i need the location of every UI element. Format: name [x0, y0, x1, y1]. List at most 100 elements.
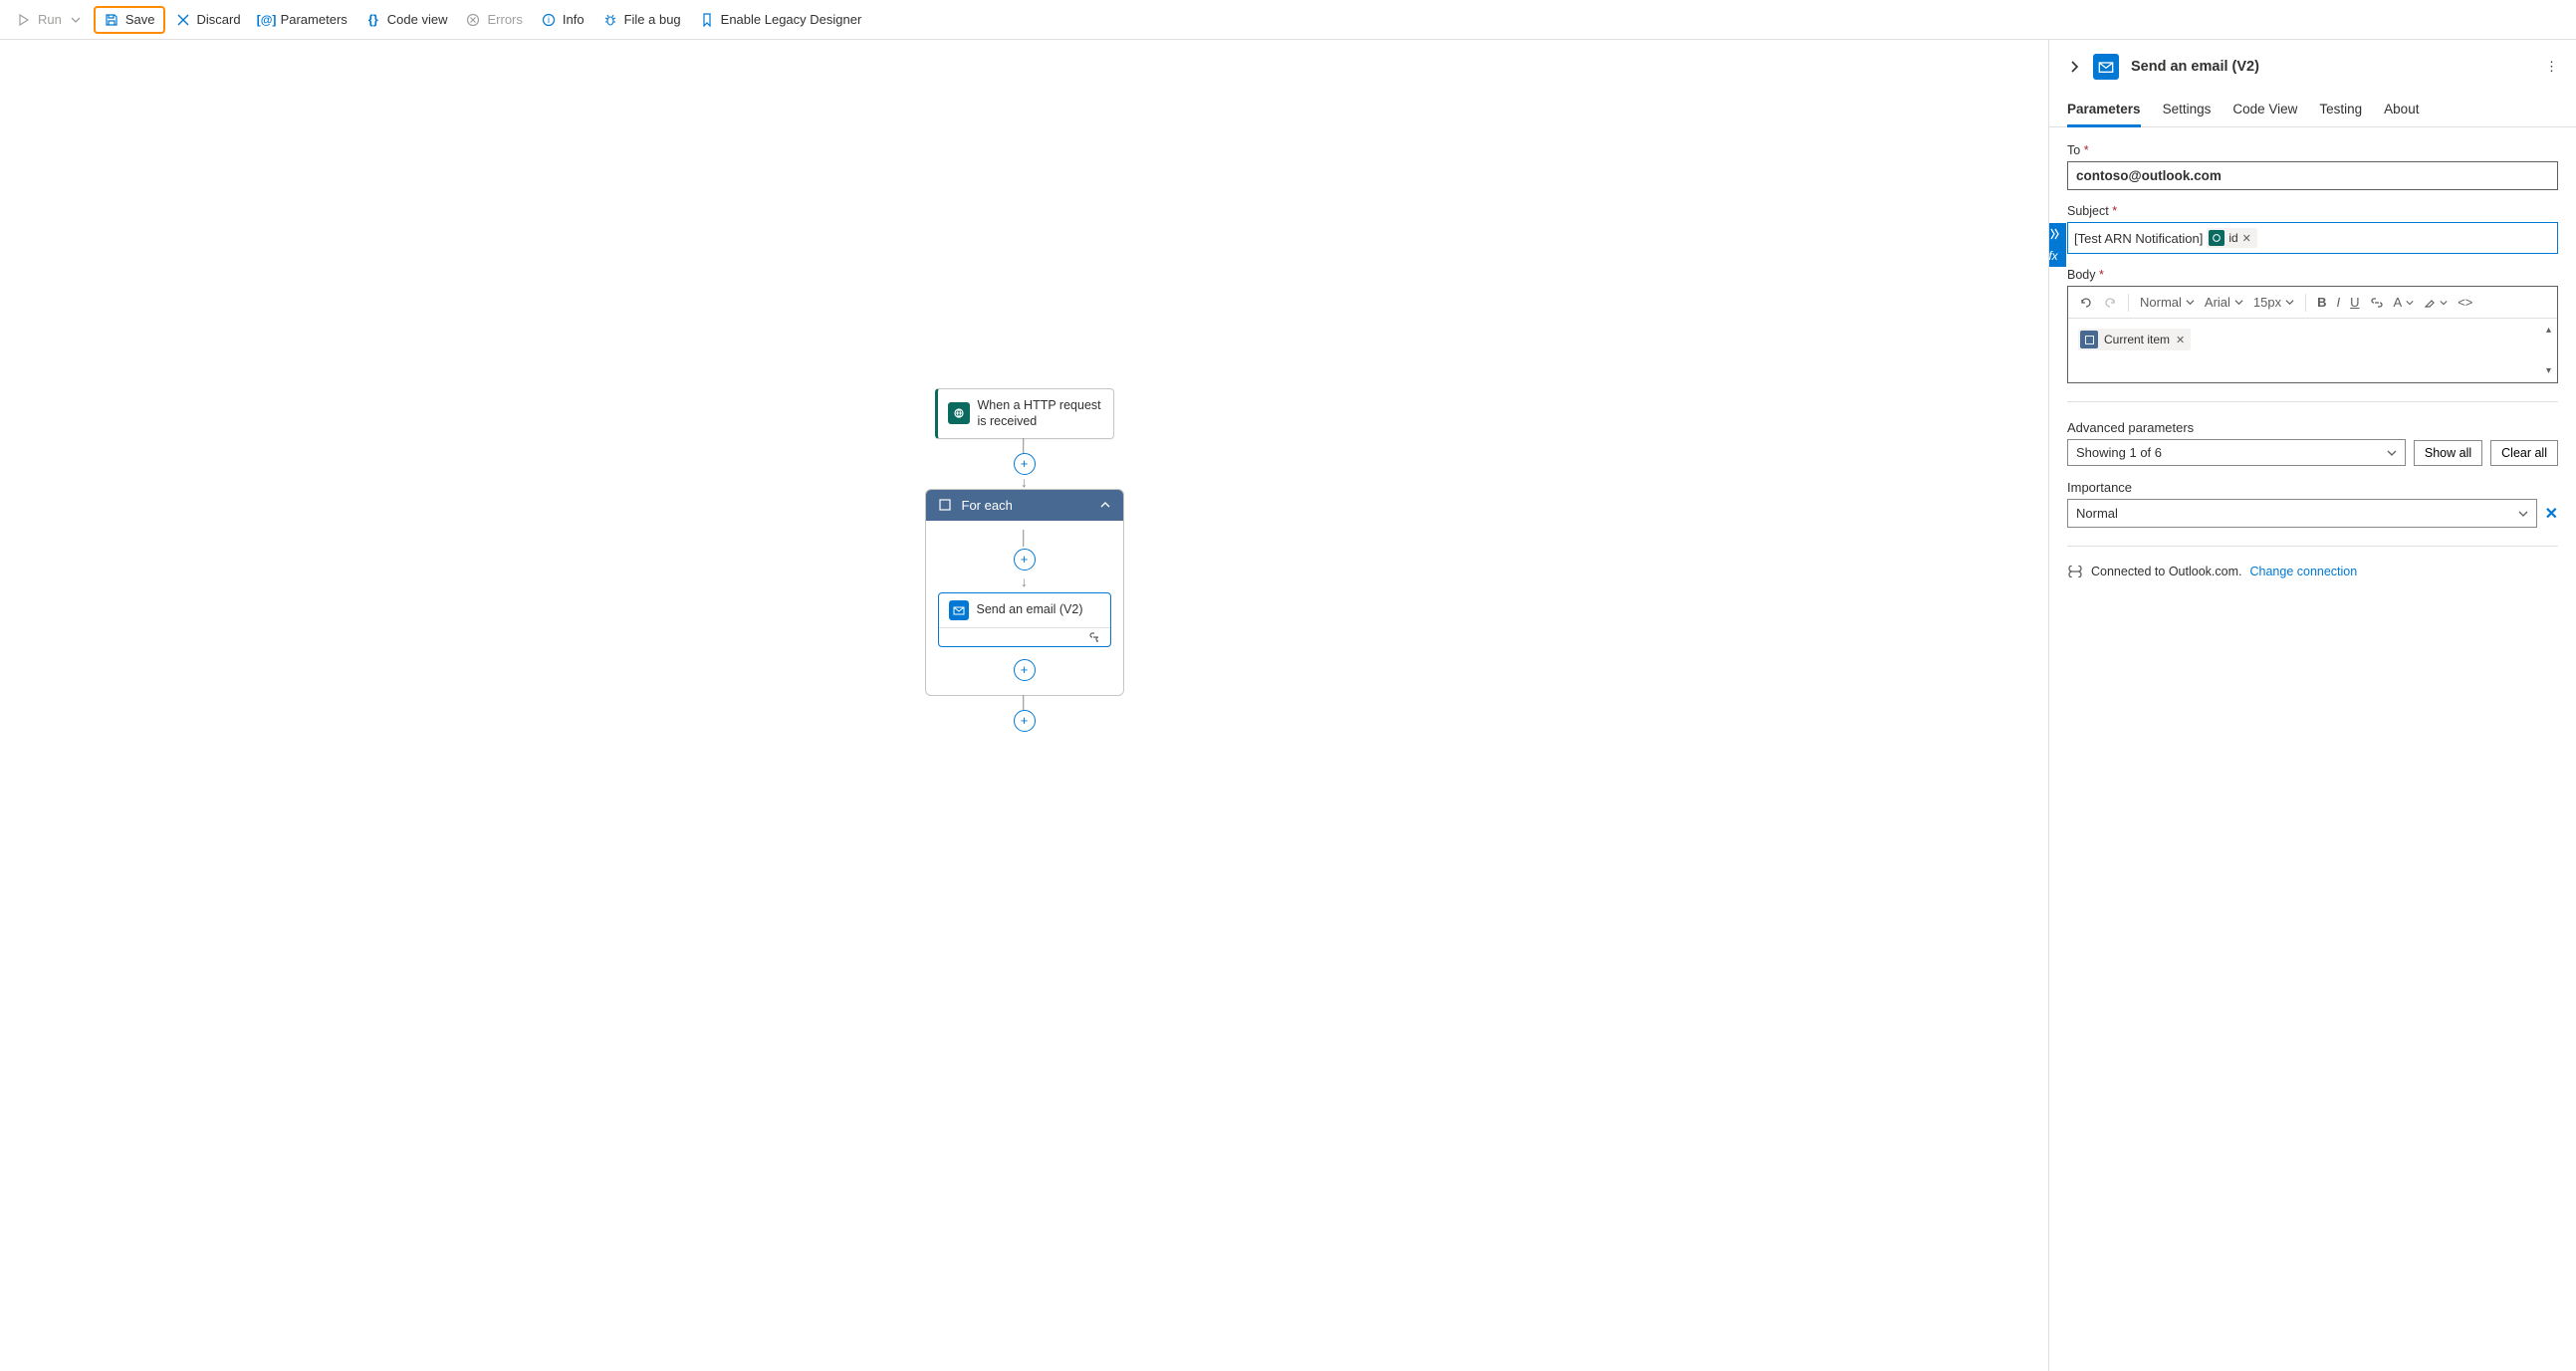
arrow-icon: ↓	[1021, 475, 1028, 489]
tab-parameters[interactable]: Parameters	[2067, 94, 2141, 126]
more-menu-button[interactable]: ⋮	[2545, 59, 2558, 75]
workflow: When a HTTP request is received │ + ↓ Fo…	[925, 388, 1124, 732]
token-source-icon	[2209, 230, 2225, 246]
foreach-body: │ + ↓ Send an email (V2) +	[926, 521, 1123, 685]
main-area: When a HTTP request is received │ + ↓ Fo…	[0, 40, 2576, 1371]
italic-button[interactable]: I	[2334, 293, 2344, 312]
divider	[2067, 401, 2558, 402]
legacy-label: Enable Legacy Designer	[721, 12, 862, 27]
outlook-icon	[949, 600, 969, 620]
trigger-label: When a HTTP request is received	[978, 397, 1103, 430]
parameters-button[interactable]: [@] Parameters	[251, 8, 355, 32]
bug-icon	[602, 12, 618, 28]
save-icon	[104, 12, 119, 28]
body-input[interactable]: Current item ✕ ▴▾	[2068, 319, 2557, 382]
change-connection-link[interactable]: Change connection	[2249, 565, 2357, 578]
subject-field: Subject * fx [Test ARN Notification] id …	[2067, 204, 2558, 254]
foreach-node[interactable]: For each │ + ↓ Send an email (V2)	[925, 489, 1124, 696]
add-step-button[interactable]: +	[1014, 659, 1036, 681]
show-all-button[interactable]: Show all	[2414, 440, 2482, 466]
arrow-icon: ↓	[1021, 574, 1028, 588]
body-editor: Normal Arial 15px B I U A <>	[2067, 286, 2558, 383]
token-remove-button[interactable]: ✕	[2176, 334, 2185, 346]
token-picker-buttons: fx	[2048, 223, 2066, 267]
body-field: Body * Normal Arial 15px B I U	[2067, 268, 2558, 383]
subject-token[interactable]: id ✕	[2207, 228, 2257, 248]
connection-icon	[1088, 632, 1102, 642]
foreach-header[interactable]: For each	[926, 490, 1123, 521]
filebug-label: File a bug	[624, 12, 681, 27]
highlight-button[interactable]	[2421, 295, 2451, 311]
style-select[interactable]: Normal	[2137, 293, 2198, 312]
designer-canvas[interactable]: When a HTTP request is received │ + ↓ Fo…	[0, 40, 2048, 1371]
add-step-button[interactable]: +	[1014, 453, 1036, 475]
redo-button[interactable]	[2100, 294, 2120, 312]
save-label: Save	[125, 12, 155, 27]
fontcolor-button[interactable]: A	[2391, 293, 2418, 312]
clear-importance-button[interactable]: ✕	[2545, 504, 2558, 524]
chevron-up-icon[interactable]	[1099, 499, 1111, 511]
rtf-toolbar: Normal Arial 15px B I U A <>	[2068, 287, 2557, 319]
subject-input[interactable]: fx [Test ARN Notification] id ✕	[2067, 222, 2558, 254]
info-label: Info	[563, 12, 585, 27]
collapse-button[interactable]	[2067, 60, 2081, 74]
errors-button[interactable]: Errors	[457, 8, 530, 32]
http-icon	[948, 402, 970, 424]
chevron-down-icon	[68, 12, 84, 28]
panel-content: To * contoso@outlook.com Subject * fx [T…	[2049, 127, 2576, 594]
arrow-icon: │	[1020, 439, 1029, 453]
error-icon	[465, 12, 481, 28]
loop-icon	[2080, 331, 2098, 348]
legacy-button[interactable]: Enable Legacy Designer	[691, 8, 870, 32]
filebug-button[interactable]: File a bug	[594, 8, 689, 32]
run-button[interactable]: Run	[8, 8, 92, 32]
clear-all-button[interactable]: Clear all	[2490, 440, 2558, 466]
size-select[interactable]: 15px	[2250, 293, 2297, 312]
toolbar: Run Save Discard [@] Parameters {} Code …	[0, 0, 2576, 40]
loop-icon	[938, 498, 952, 512]
outlook-icon	[2093, 54, 2119, 80]
undo-button[interactable]	[2076, 294, 2096, 312]
email-action-node[interactable]: Send an email (V2)	[938, 592, 1111, 647]
connection-icon	[2067, 566, 2083, 577]
body-token[interactable]: Current item ✕	[2078, 329, 2191, 350]
discard-button[interactable]: Discard	[167, 8, 249, 32]
font-select[interactable]: Arial	[2202, 293, 2246, 312]
info-button[interactable]: i Info	[533, 8, 592, 32]
body-token-label: Current item	[2104, 333, 2170, 346]
bold-button[interactable]: B	[2314, 293, 2329, 312]
to-input[interactable]: contoso@outlook.com	[2067, 161, 2558, 190]
x-icon	[175, 12, 191, 28]
svg-text:i: i	[548, 15, 550, 25]
codeview-button[interactable]: {} Code view	[357, 8, 456, 32]
advanced-label: Advanced parameters	[2067, 420, 2558, 435]
info-icon: i	[541, 12, 557, 28]
tab-codeview[interactable]: Code View	[2232, 94, 2297, 126]
codeview-button[interactable]: <>	[2455, 293, 2475, 312]
importance-select[interactable]: Normal	[2067, 499, 2537, 528]
link-button[interactable]	[2367, 295, 2387, 311]
connection-row: Connected to Outlook.com. Change connect…	[2067, 565, 2558, 578]
add-step-button[interactable]: +	[1014, 549, 1036, 571]
dynamic-content-button[interactable]	[2048, 223, 2066, 245]
tab-testing[interactable]: Testing	[2319, 94, 2362, 126]
expression-button[interactable]: fx	[2048, 245, 2066, 267]
token-label: id	[2228, 231, 2237, 245]
divider	[2067, 546, 2558, 547]
codeview-label: Code view	[387, 12, 448, 27]
importance-label: Importance	[2067, 480, 2558, 495]
panel-header: Send an email (V2) ⋮	[2049, 40, 2576, 94]
run-label: Run	[38, 12, 62, 27]
underline-button[interactable]: U	[2347, 293, 2362, 312]
add-step-button[interactable]: +	[1014, 710, 1036, 732]
panel-title: Send an email (V2)	[2131, 59, 2259, 75]
advanced-select[interactable]: Showing 1 of 6	[2067, 439, 2406, 466]
scroll-indicator: ▴▾	[2546, 325, 2551, 376]
trigger-node[interactable]: When a HTTP request is received	[935, 388, 1114, 439]
details-panel: Send an email (V2) ⋮ Parameters Settings…	[2048, 40, 2576, 1371]
token-remove-button[interactable]: ✕	[2242, 232, 2251, 245]
tab-settings[interactable]: Settings	[2163, 94, 2212, 126]
connection-text: Connected to Outlook.com.	[2091, 565, 2241, 578]
tab-about[interactable]: About	[2384, 94, 2419, 126]
save-button[interactable]: Save	[94, 6, 165, 34]
